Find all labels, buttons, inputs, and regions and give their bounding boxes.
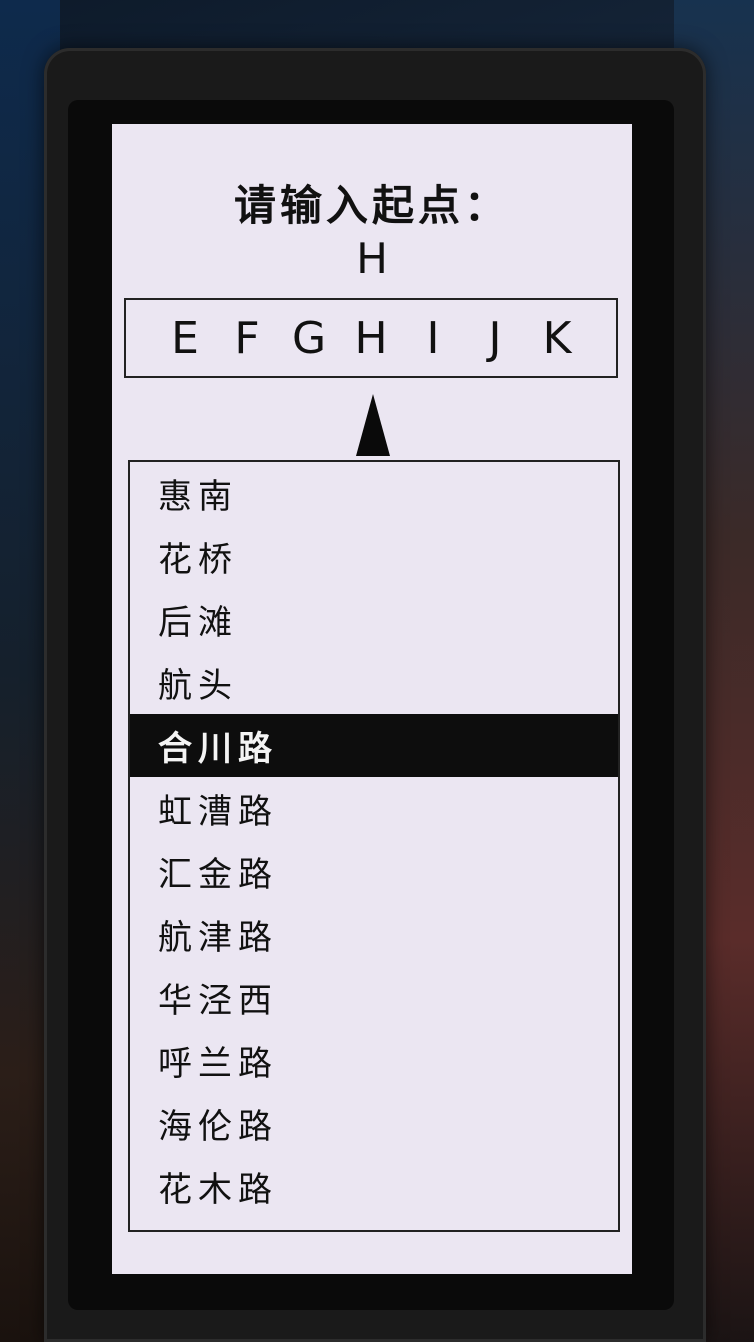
station-list[interactable]: 惠南 花桥 后滩 航头 合川路 虹漕路 汇金路 航津路 华泾西 呼兰路 海伦路 … <box>128 460 620 1232</box>
letter-i[interactable]: I <box>408 313 458 364</box>
list-item-selected[interactable]: 合川路 <box>130 714 618 777</box>
list-item[interactable]: 花木路 <box>130 1155 618 1218</box>
list-item[interactable]: 惠南 <box>130 462 618 525</box>
letter-f[interactable]: F <box>222 313 272 364</box>
letter-e[interactable]: E <box>160 313 210 364</box>
list-item[interactable]: 航津路 <box>130 903 618 966</box>
list-item[interactable]: 后滩 <box>130 588 618 651</box>
letter-h[interactable]: H <box>346 313 396 364</box>
list-item[interactable]: 呼兰路 <box>130 1029 618 1092</box>
list-item[interactable]: 虹漕路 <box>130 777 618 840</box>
list-item[interactable]: 汇金路 <box>130 840 618 903</box>
prompt-title: 请输入起点： <box>233 181 510 230</box>
letter-k[interactable]: K <box>532 313 582 364</box>
list-item[interactable]: 海伦路 <box>130 1092 618 1155</box>
selection-arrow-icon <box>356 394 390 456</box>
letter-selector[interactable]: E F G H I J K <box>124 298 618 378</box>
list-item[interactable]: 花桥 <box>130 525 618 588</box>
list-item[interactable]: 华泾西 <box>130 966 618 1029</box>
lcd-screen: 请输入起点： H E F G H I J K 惠南 花桥 后滩 航头 合川路 虹… <box>112 124 632 1274</box>
letter-g[interactable]: G <box>284 313 334 364</box>
list-item[interactable]: 航头 <box>130 651 618 714</box>
letter-j[interactable]: J <box>470 313 520 364</box>
current-input: H <box>356 234 388 283</box>
